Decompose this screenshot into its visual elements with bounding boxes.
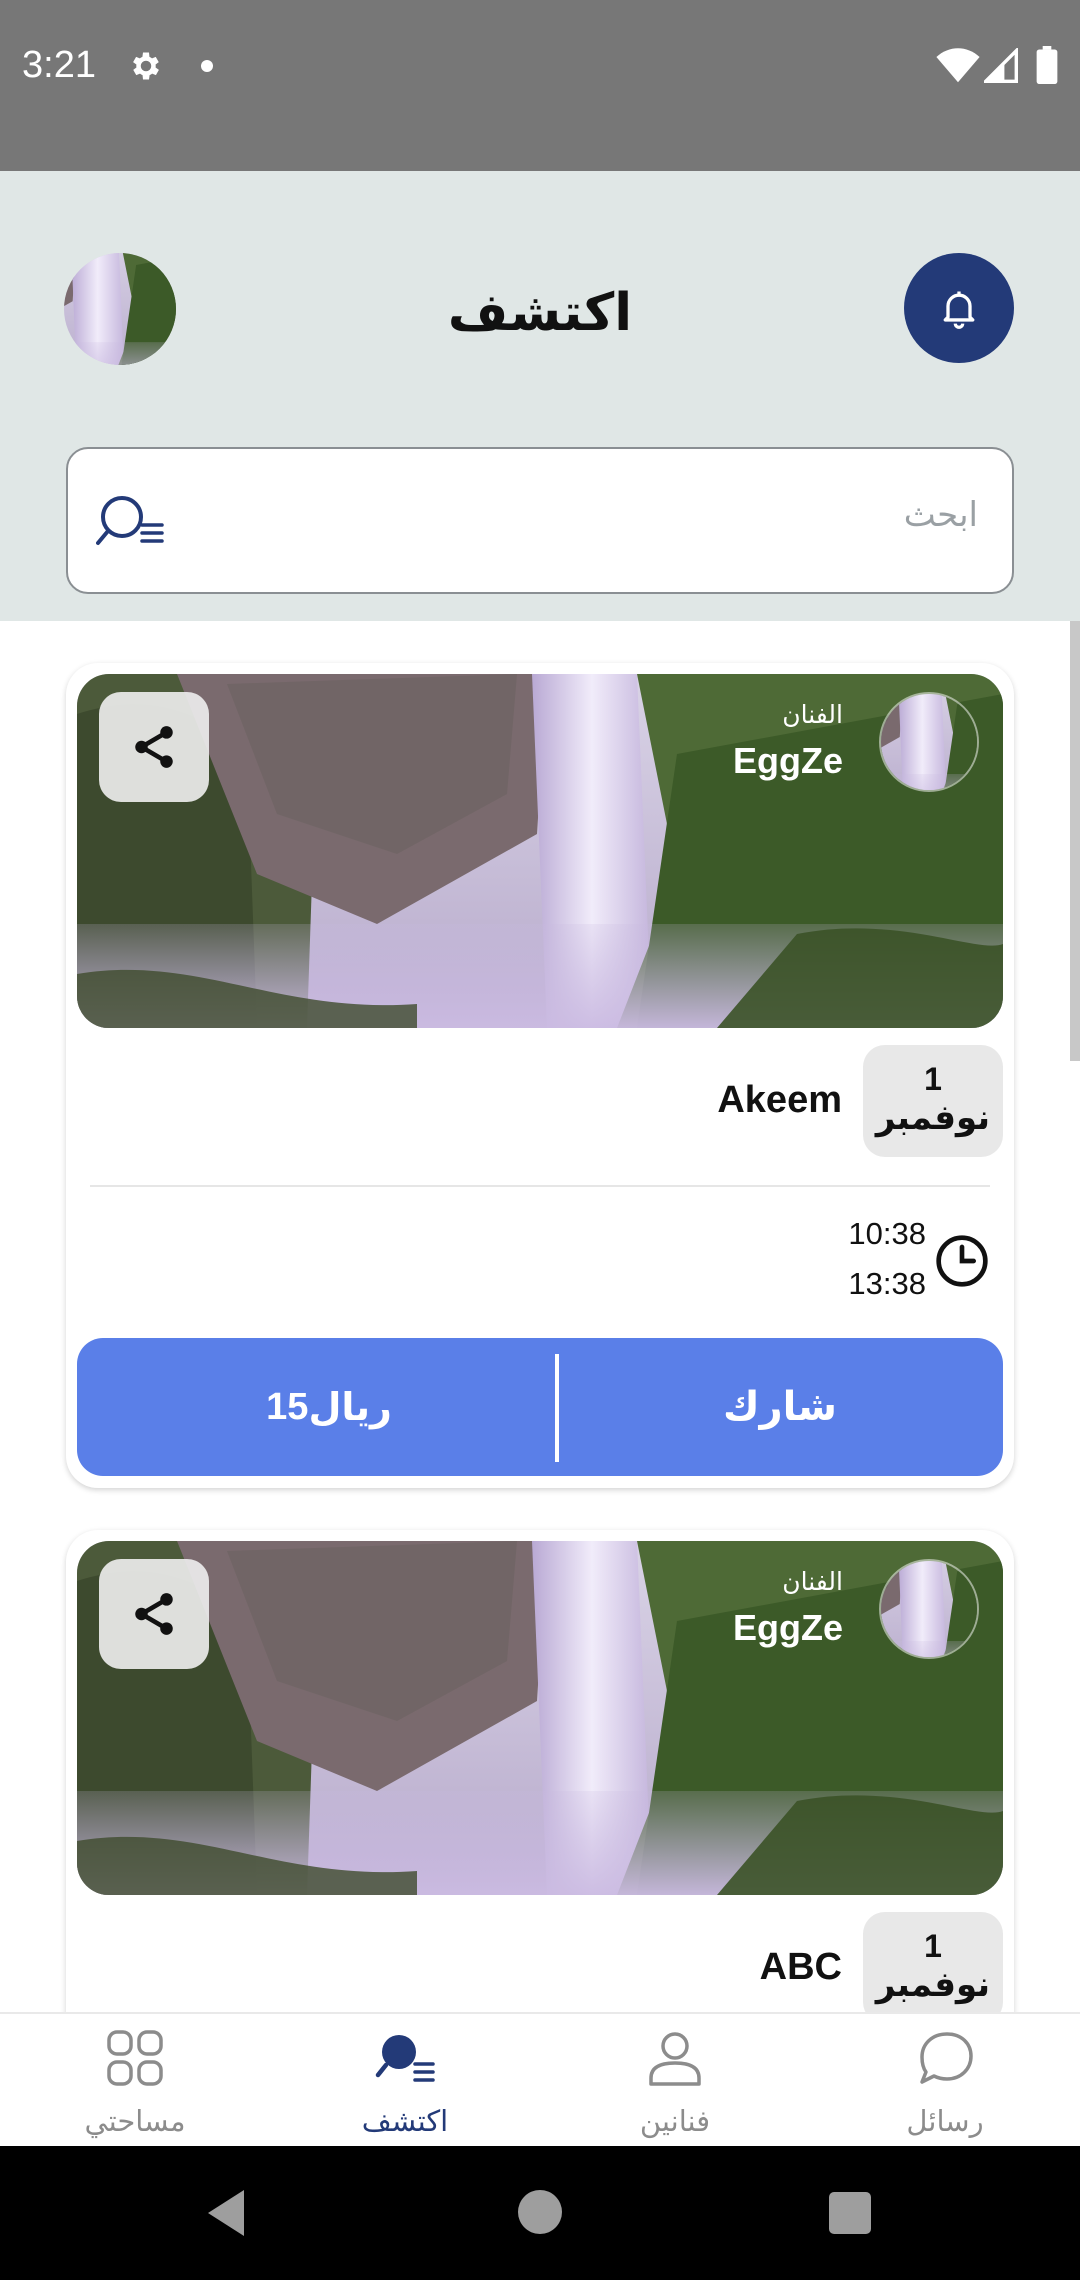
artist-avatar[interactable]	[879, 692, 979, 792]
wifi-icon	[936, 48, 980, 83]
artist-name[interactable]: EggZe	[733, 740, 843, 782]
person-icon	[649, 2032, 701, 2086]
date-month: نوفمبر	[875, 1965, 991, 2005]
price: ريال 15	[77, 1338, 553, 1476]
nav-label: رسائل	[906, 2104, 984, 2138]
end-time: 13:38	[848, 1266, 926, 1301]
price-value: 15	[266, 1385, 309, 1428]
action-divider	[555, 1354, 559, 1462]
chat-icon	[920, 2032, 973, 2084]
settings-gear-icon	[133, 52, 159, 80]
price-currency: ريال	[308, 1385, 392, 1429]
bell-icon	[943, 291, 975, 329]
nav-item-messages[interactable]: رسائل	[810, 2014, 1080, 2148]
search-filter-icon[interactable]	[96, 493, 166, 549]
home-icon[interactable]	[518, 2190, 562, 2234]
date-badge: 1 نوفمبر	[863, 1912, 1003, 2024]
nav-item-artists[interactable]: فنانين	[540, 2014, 810, 2148]
event-cover-image: الفنان EggZe	[77, 1541, 1003, 1895]
grid-icon	[107, 2030, 163, 2086]
date-day: 1	[924, 1061, 942, 1097]
artist-avatar[interactable]	[879, 1559, 979, 1659]
date-badge: 1 نوفمبر	[863, 1045, 1003, 1157]
share-icon	[135, 1593, 173, 1635]
page-title: اكتشف	[447, 283, 633, 343]
system-navigation-bar	[0, 2146, 1080, 2280]
recent-apps-icon[interactable]	[829, 2192, 871, 2234]
search-placeholder: ابحث	[903, 495, 978, 535]
status-bar: 3:21	[0, 0, 1080, 171]
share-button[interactable]	[99, 692, 209, 802]
share-icon	[135, 726, 173, 768]
scrollbar[interactable]	[1070, 621, 1080, 1061]
date-month: نوفمبر	[875, 1098, 991, 1138]
share-button[interactable]	[99, 1559, 209, 1669]
nav-item-discover[interactable]: اكتشف	[270, 2014, 540, 2148]
artist-label: الفنان	[782, 1567, 843, 1596]
event-action-bar: شارك ريال 15	[77, 1338, 1003, 1476]
nav-label: فنانين	[639, 2104, 711, 2138]
event-name: Akeem	[717, 1079, 842, 1121]
date-day: 1	[924, 1928, 942, 1964]
search-input[interactable]: ابحث	[66, 447, 1014, 594]
join-button[interactable]: شارك	[557, 1338, 1003, 1476]
discover-search-icon	[375, 2035, 435, 2082]
status-time: 3:21	[22, 44, 96, 86]
notification-dot-icon	[201, 60, 213, 72]
artist-label: الفنان	[782, 700, 843, 729]
start-time: 10:38	[848, 1216, 926, 1251]
event-card[interactable]: الفنان EggZe 1 نوفمبر Akeem 10:38 13:38 …	[66, 663, 1014, 1488]
notifications-button[interactable]	[904, 253, 1014, 363]
discover-screen: 3:21 اكتشف ابحث الفنان EggZe 1 نوفمبر Ak…	[0, 0, 1080, 2280]
user-avatar[interactable]	[64, 253, 176, 365]
nav-label: اكتشف	[361, 2104, 449, 2138]
battery-icon	[1036, 46, 1058, 84]
event-cover-image: الفنان EggZe	[77, 674, 1003, 1028]
nav-item-my-space[interactable]: مساحتي	[0, 2014, 270, 2148]
clock-icon	[936, 1235, 988, 1287]
back-icon[interactable]	[204, 2188, 248, 2238]
cell-signal-icon	[984, 48, 1018, 83]
event-name: ABC	[759, 1946, 842, 1988]
bottom-navigation: مساحتي اكتشف فنانين رسائل	[0, 2012, 1080, 2146]
divider	[90, 1185, 990, 1187]
nav-label: مساحتي	[84, 2104, 186, 2138]
artist-name[interactable]: EggZe	[733, 1607, 843, 1649]
